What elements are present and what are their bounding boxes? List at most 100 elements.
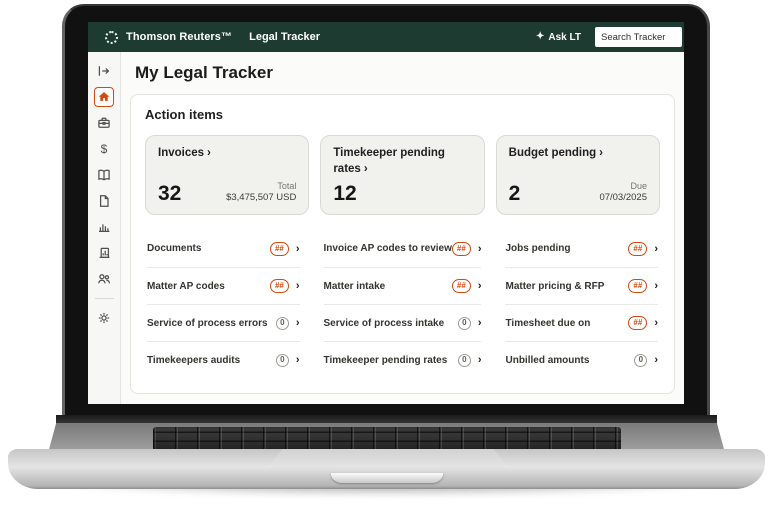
chevron-right-icon: ›	[654, 243, 658, 255]
sidebar-divider	[95, 298, 114, 299]
main-content: My Legal Tracker Action items Invoices› …	[121, 52, 684, 404]
action-item-row-matter-pricing-rfp[interactable]: Matter pricing & RFP ## ›	[505, 267, 658, 304]
action-item-label: Matter AP codes	[147, 281, 225, 292]
screen-content: Thomson Reuters™ Legal Tracker ✦ Ask LT	[88, 22, 684, 404]
action-item-label: Timekeepers audits	[147, 355, 240, 366]
laptop-base-front	[8, 449, 765, 489]
briefcase-icon[interactable]	[94, 113, 114, 133]
page-title: My Legal Tracker	[135, 63, 675, 83]
meta-label: Total	[226, 181, 296, 192]
action-item-row-jobs-pending[interactable]: Jobs pending ## ›	[505, 230, 658, 267]
action-item-row-documents[interactable]: Documents ## ›	[147, 230, 300, 267]
chevron-right-icon: ›	[296, 280, 300, 292]
product-name: Legal Tracker	[249, 31, 320, 43]
panel-title: Action items	[145, 107, 660, 122]
action-item-row-invoice-ap-codes[interactable]: Invoice AP codes to review ## ›	[324, 230, 482, 267]
laptop-trackpad	[268, 449, 508, 467]
chevron-right-icon: ›	[207, 147, 211, 159]
action-item-row-service-of-process-errors[interactable]: Service of process errors 0 ›	[147, 304, 300, 341]
document-icon[interactable]	[94, 191, 114, 211]
laptop-screen-bezel: Thomson Reuters™ Legal Tracker ✦ Ask LT	[62, 4, 710, 417]
count-badge: 0	[276, 317, 289, 330]
report-icon[interactable]	[94, 243, 114, 263]
count-badge: ##	[452, 242, 471, 256]
dollar-icon[interactable]: $	[94, 139, 114, 159]
legal-tracker-app: Thomson Reuters™ Legal Tracker ✦ Ask LT	[88, 22, 684, 404]
chevron-right-icon: ›	[654, 354, 658, 366]
count-badge: 0	[458, 354, 471, 367]
count-badge: 0	[458, 317, 471, 330]
meta-label: Due	[599, 181, 647, 192]
app-header: Thomson Reuters™ Legal Tracker ✦ Ask LT	[88, 22, 684, 52]
action-item-label: Matter pricing & RFP	[505, 281, 604, 292]
action-item-row-timesheet-due-on[interactable]: Timesheet due on ## ›	[505, 304, 658, 341]
action-item-label: Service of process intake	[324, 318, 445, 329]
laptop-keyboard	[153, 427, 621, 451]
chevron-right-icon: ›	[654, 280, 658, 292]
count-badge: ##	[270, 279, 289, 293]
bar-chart-icon[interactable]	[94, 217, 114, 237]
action-items-grid: Documents ## › Invoice AP codes to revie…	[145, 230, 660, 378]
action-item-label: Invoice AP codes to review	[324, 243, 452, 254]
summary-card-title: Budget pending›	[509, 146, 647, 162]
sparkle-icon: ✦	[536, 32, 544, 42]
action-item-row-service-of-process-intake[interactable]: Service of process intake 0 ›	[324, 304, 482, 341]
summary-card-budget-pending[interactable]: Budget pending› 2 Due 07/03/2025	[496, 135, 660, 215]
chevron-right-icon: ›	[654, 317, 658, 329]
action-item-row-timekeeper-pending-rates[interactable]: Timekeeper pending rates 0 ›	[324, 341, 482, 378]
thomson-reuters-logo-icon	[105, 31, 118, 44]
action-item-row-unbilled-amounts[interactable]: Unbilled amounts 0 ›	[505, 341, 658, 378]
laptop-mockup: Thomson Reuters™ Legal Tracker ✦ Ask LT	[0, 0, 773, 505]
action-item-row-matter-intake[interactable]: Matter intake ## ›	[324, 267, 482, 304]
chevron-right-icon: ›	[296, 243, 300, 255]
laptop-base	[8, 415, 765, 489]
summary-card-meta: Due 07/03/2025	[599, 181, 647, 204]
action-item-label: Unbilled amounts	[505, 355, 589, 366]
action-item-row-matter-ap-codes[interactable]: Matter AP codes ## ›	[147, 267, 300, 304]
chevron-right-icon: ›	[478, 317, 482, 329]
summary-card-value: 12	[333, 183, 356, 204]
chevron-right-icon: ›	[364, 163, 368, 175]
book-icon[interactable]	[94, 165, 114, 185]
action-item-label: Matter intake	[324, 281, 386, 292]
summary-card-timekeeper-pending-rates[interactable]: Timekeeper pending rates› 12	[320, 135, 484, 215]
action-item-label: Timekeeper pending rates	[324, 355, 448, 366]
chevron-right-icon: ›	[478, 280, 482, 292]
action-items-panel: Action items Invoices› 32 T	[130, 94, 675, 394]
count-badge: ##	[628, 316, 647, 330]
action-item-label: Documents	[147, 243, 201, 254]
ask-lt-button[interactable]: ✦ Ask LT	[536, 32, 581, 43]
count-badge: ##	[270, 242, 289, 256]
summary-card-value: 32	[158, 183, 181, 204]
ask-lt-label: Ask LT	[548, 32, 581, 43]
action-item-label: Timesheet due on	[505, 318, 590, 329]
count-badge: 0	[634, 354, 647, 367]
brand-name: Thomson Reuters™	[126, 31, 232, 43]
action-item-label: Jobs pending	[505, 243, 570, 254]
summary-card-meta: Total $3,475,507 USD	[226, 181, 296, 204]
search-input[interactable]	[595, 27, 682, 47]
count-badge: 0	[276, 354, 289, 367]
summary-cards: Invoices› 32 Total $3,475,507 USD	[145, 135, 660, 215]
chevron-right-icon: ›	[296, 354, 300, 366]
chevron-right-icon: ›	[478, 354, 482, 366]
action-item-label: Service of process errors	[147, 318, 268, 329]
collapse-sidebar-icon[interactable]	[94, 61, 114, 81]
chevron-right-icon: ›	[478, 243, 482, 255]
summary-card-value: 2	[509, 183, 521, 204]
users-icon[interactable]	[94, 269, 114, 289]
count-badge: ##	[628, 279, 647, 293]
meta-value: 07/03/2025	[599, 192, 647, 204]
chevron-right-icon: ›	[296, 317, 300, 329]
chevron-right-icon: ›	[599, 147, 603, 159]
home-icon[interactable]	[94, 87, 114, 107]
action-item-row-timekeepers-audits[interactable]: Timekeepers audits 0 ›	[147, 341, 300, 378]
sidebar-nav: $	[88, 52, 121, 404]
count-badge: ##	[452, 279, 471, 293]
summary-card-title: Invoices›	[158, 146, 296, 162]
settings-gear-icon[interactable]	[94, 308, 114, 328]
count-badge: ##	[628, 242, 647, 256]
summary-card-invoices[interactable]: Invoices› 32 Total $3,475,507 USD	[145, 135, 309, 215]
meta-value: $3,475,507 USD	[226, 192, 296, 204]
laptop-lid-notch	[331, 473, 443, 483]
